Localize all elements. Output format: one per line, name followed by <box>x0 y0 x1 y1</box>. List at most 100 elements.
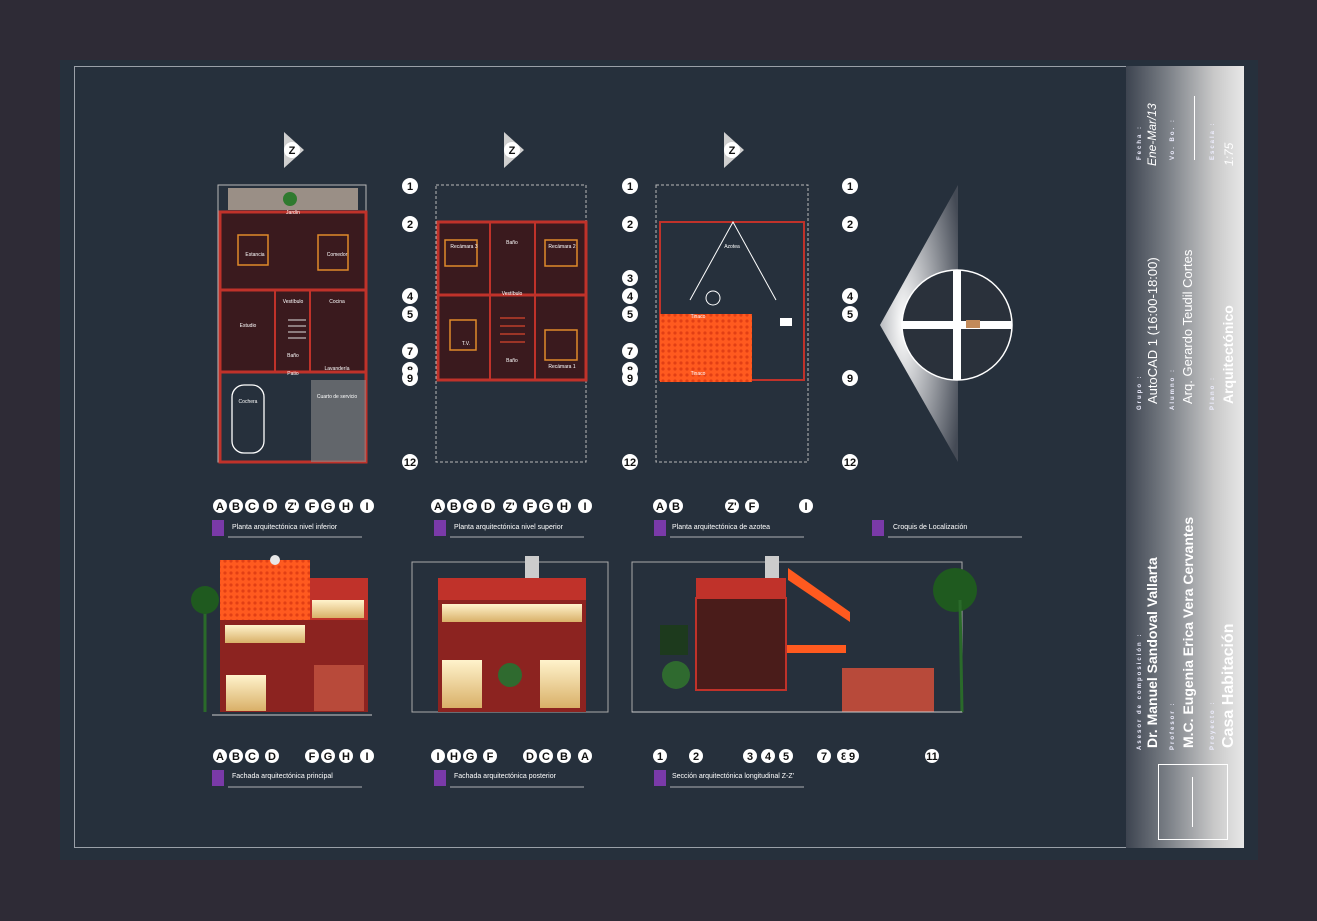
room-label: Comedor <box>327 252 348 258</box>
caption-logo-icon <box>434 520 446 536</box>
caption-logo-icon <box>434 770 446 786</box>
room-label: Estancia <box>245 252 264 258</box>
axis-upper-label: F <box>527 501 534 513</box>
axis-facade-rear-label: A <box>581 751 589 763</box>
tb-vobo-caption: Vo. Bo. : <box>1170 118 1176 160</box>
axis-upper-label: I <box>583 501 586 513</box>
tb-vobo-line <box>1194 96 1195 160</box>
room-label: Patio <box>287 371 299 377</box>
room-label: Azotea <box>724 244 740 250</box>
row-axis-label: 2 <box>627 219 633 231</box>
tb-proyecto-caption: Proyecto : <box>1210 700 1216 750</box>
axis-section-label: 11 <box>926 751 938 763</box>
axis-facade-rear-label: D <box>526 751 534 763</box>
room-label: T.V. <box>462 341 470 347</box>
tb-alumno-caption: Alumno : <box>1170 368 1176 410</box>
row-axis-label: 5 <box>627 309 633 321</box>
plan-upper-floor <box>435 184 588 463</box>
north-label: Z <box>289 145 296 157</box>
tb-escala: 1:75 <box>1222 142 1236 166</box>
plan-roof <box>655 184 809 463</box>
axis-facade-rear-label: H <box>450 751 458 763</box>
row-axis-label: 12 <box>844 457 856 469</box>
axis-section-label: 2 <box>693 751 699 763</box>
caption-plan-roof: Planta arquitectónica de azotea <box>672 524 771 531</box>
axis-roof-label: Z' <box>727 501 737 513</box>
axis-lower-label: A <box>216 501 224 513</box>
axis-facade-main-label: A <box>216 751 224 763</box>
room-label: Lavandería <box>324 366 349 372</box>
axis-facade-rear-label: F <box>487 751 494 763</box>
axis-facade-main-label: H <box>342 751 350 763</box>
axis-lower-label: C <box>248 501 256 513</box>
row-axis-label: 9 <box>627 373 633 385</box>
tb-plano-caption: Plano : <box>1210 375 1216 410</box>
room-label: Jardín <box>286 210 300 216</box>
tb-grupo-caption: Grupo : <box>1137 374 1143 410</box>
axis-upper-label: Z' <box>505 501 515 513</box>
axis-upper-label: B <box>450 501 458 513</box>
row-axis-label: 2 <box>407 219 413 231</box>
axis-facade-main-label: B <box>232 751 240 763</box>
axis-section-label: 3 <box>747 751 753 763</box>
axis-facade-rear-label: C <box>542 751 550 763</box>
axis-facade-main-label: G <box>324 751 333 763</box>
row-axis-label: 1 <box>407 181 413 193</box>
row-axis-label: 3 <box>627 273 633 285</box>
section-longitudinal <box>631 556 977 713</box>
caption-section: Sección arquitectónica longitudinal Z-Z' <box>672 773 794 780</box>
axis-section-label: 7 <box>821 751 827 763</box>
room-label: Baño <box>506 240 518 246</box>
axis-facade-rear-label: B <box>560 751 568 763</box>
axis-lower-label: D <box>266 501 274 513</box>
tb-profesor-caption: Profesor : <box>1170 701 1176 750</box>
row-axis-label: 4 <box>627 291 634 303</box>
room-label: Tinaco <box>691 314 706 320</box>
facade-main <box>191 555 372 716</box>
caption-plan-lower: Planta arquitectónica nivel inferior <box>232 524 338 531</box>
row-axis-label: 2 <box>847 219 853 231</box>
axis-lower-label: I <box>365 501 368 513</box>
caption-logo-icon <box>212 770 224 786</box>
axis-lower-label: B <box>232 501 240 513</box>
caption-facade-main: Fachada arquitectónica principal <box>232 773 333 780</box>
room-label: Estudio <box>240 323 257 329</box>
row-axis-label: 5 <box>847 309 853 321</box>
tb-plano: Arquitectónico <box>1220 305 1236 404</box>
tb-grupo: AutoCAD 1 (16:00-18:00) <box>1145 257 1160 404</box>
room-label: Cocina <box>329 299 345 305</box>
room-label: Baño <box>287 353 299 359</box>
axis-facade-main-label: D <box>268 751 276 763</box>
tb-asesor-caption: Asesor de composición : <box>1137 632 1143 750</box>
room-label: Baño <box>506 358 518 364</box>
caption-logo-icon <box>872 520 884 536</box>
axis-upper-label: G <box>542 501 551 513</box>
tb-asesor: Dr. Manuel Sandoval Vallarta <box>1144 557 1160 748</box>
axis-upper-label: A <box>434 501 442 513</box>
caption-plan-upper: Planta arquitectónica nivel superior <box>454 524 563 531</box>
row-axis-label: 12 <box>404 457 416 469</box>
axis-facade-main-label: F <box>309 751 316 763</box>
north-label: Z <box>509 145 516 157</box>
axis-roof-label: B <box>672 501 680 513</box>
row-axis-label: 9 <box>407 373 413 385</box>
north-label: Z <box>729 145 736 157</box>
tb-profesor: M.C. Eugenia Erica Vera Cervantes <box>1180 516 1196 748</box>
axis-facade-main-label: I <box>365 751 368 763</box>
axis-section-label: 1 <box>657 751 663 763</box>
caption-logo-icon <box>654 770 666 786</box>
room-label: Recámara 3 <box>450 244 477 250</box>
tb-alumno: Arq. Gerardo Teudil Cortes <box>1180 249 1195 404</box>
row-axis-label: 9 <box>847 373 853 385</box>
axis-roof-label: F <box>749 501 756 513</box>
axis-upper-label: D <box>484 501 492 513</box>
axis-lower-label: F <box>309 501 316 513</box>
tb-logo-box <box>1158 764 1228 840</box>
room-label: Recámara 2 <box>548 244 575 250</box>
tb-fecha-caption: Fecha : <box>1137 124 1143 160</box>
row-axis-label: 4 <box>847 291 854 303</box>
row-axis-label: 4 <box>407 291 414 303</box>
row-axis-label: 1 <box>847 181 853 193</box>
room-label: Tinaco <box>691 371 706 377</box>
axis-upper-label: C <box>466 501 474 513</box>
